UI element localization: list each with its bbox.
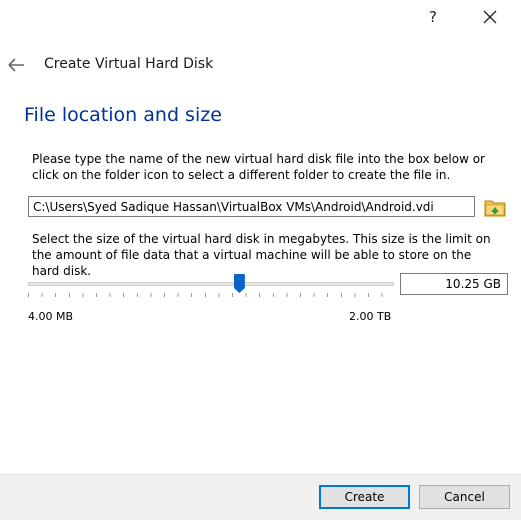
slider-ticks: [28, 293, 394, 297]
choose-folder-button[interactable]: [483, 195, 507, 219]
location-instructions: Please type the name of the new virtual …: [32, 152, 485, 182]
page-title: File location and size: [24, 104, 222, 126]
folder-icon: [484, 200, 506, 217]
size-max-label: 2.00 TB: [349, 310, 392, 323]
create-button[interactable]: Create: [319, 485, 410, 509]
size-instructions: Select the size of the virtual hard disk…: [32, 232, 491, 278]
back-button[interactable]: [6, 55, 28, 75]
file-path-input[interactable]: [28, 196, 475, 217]
slider-thumb[interactable]: [233, 274, 245, 293]
wizard-title: Create Virtual Hard Disk: [44, 56, 214, 72]
size-input[interactable]: [400, 273, 508, 295]
size-min-label: 4.00 MB: [28, 310, 74, 323]
button-bar: Create Cancel: [0, 474, 521, 520]
cancel-button[interactable]: Cancel: [419, 485, 510, 509]
wizard-header: Create Virtual Hard Disk: [0, 52, 521, 78]
close-button[interactable]: [476, 6, 504, 28]
size-slider[interactable]: [28, 274, 394, 298]
help-button[interactable]: ?: [419, 6, 447, 28]
close-icon: [483, 10, 497, 24]
arrow-left-icon: [8, 58, 24, 72]
slider-groove: [28, 282, 394, 286]
